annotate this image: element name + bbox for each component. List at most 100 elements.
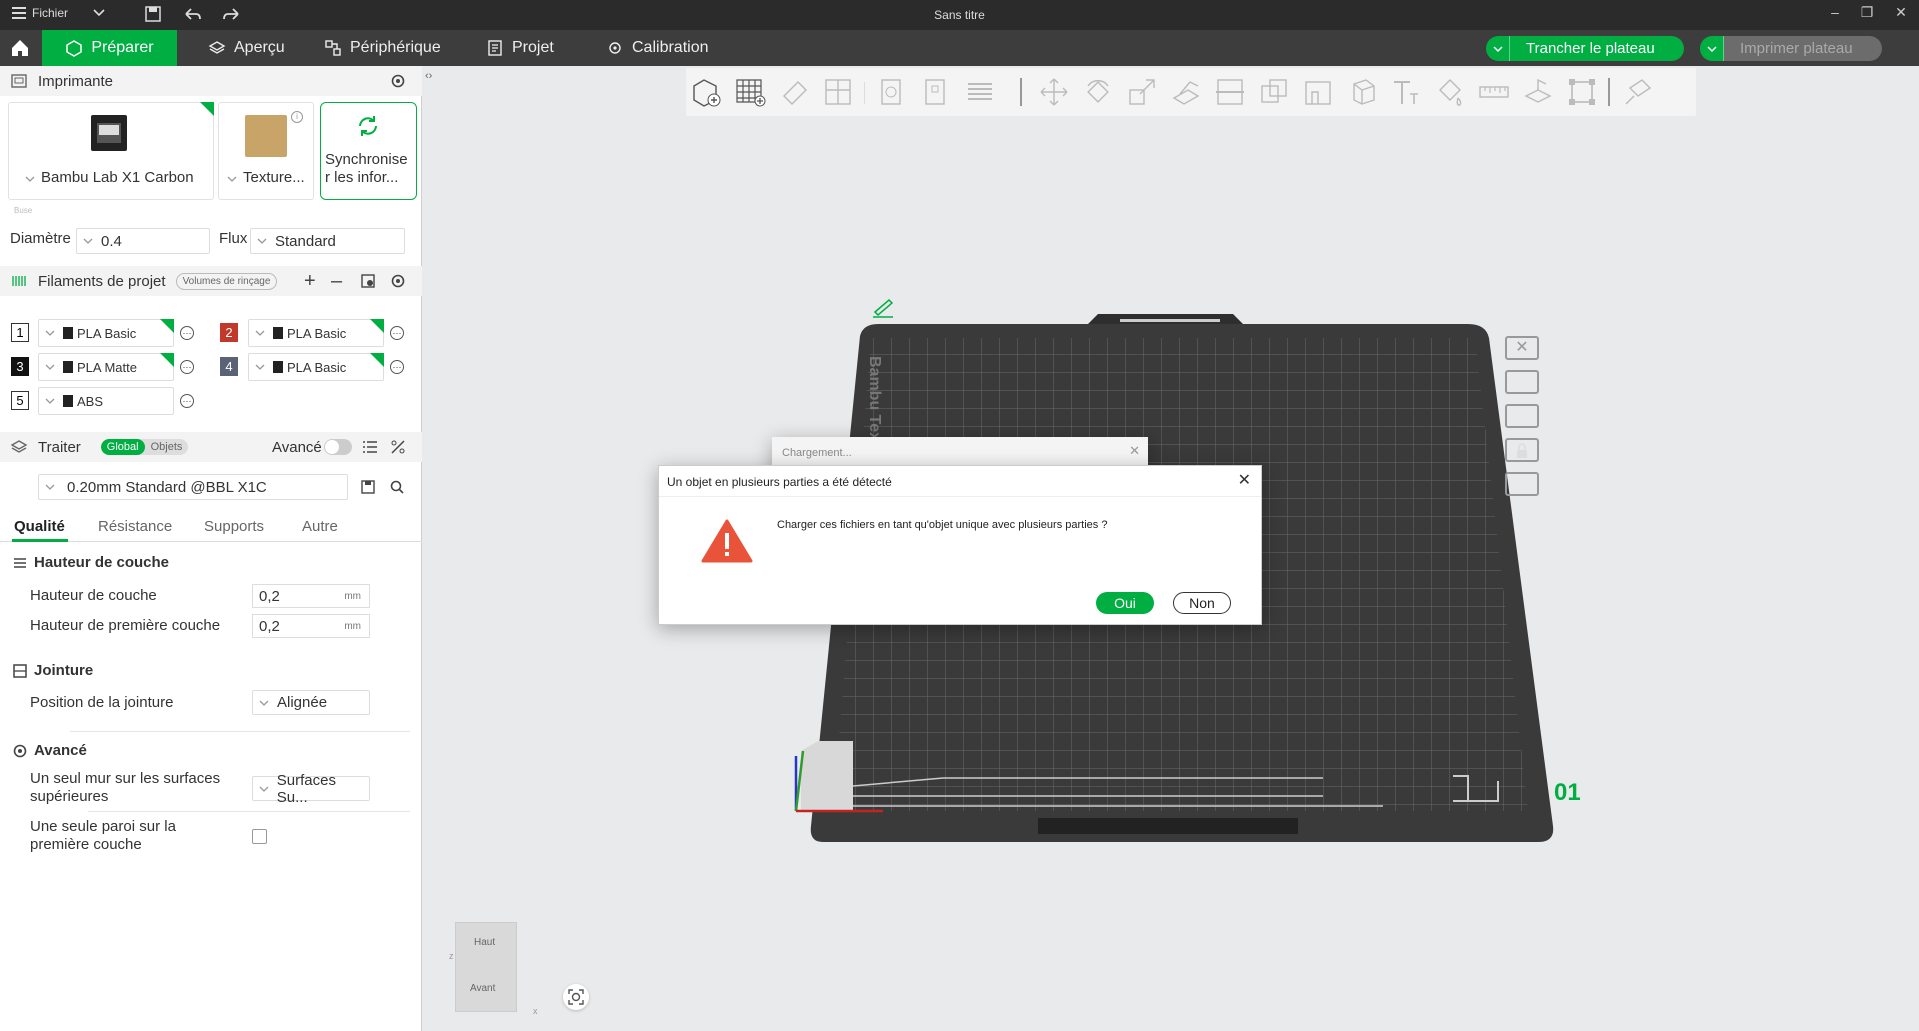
yes-button[interactable]: Oui	[1096, 592, 1154, 614]
print-dropdown-toggle[interactable]	[1700, 36, 1724, 61]
filament-color-swatch[interactable]: 1	[11, 323, 29, 342]
filament-color-swatch[interactable]: 4	[220, 357, 238, 376]
flush-volumes-button[interactable]: Volumes de rinçage	[175, 272, 278, 290]
bounding-box-icon[interactable]	[1566, 76, 1598, 108]
slice-plate-button[interactable]: Trancher le plateau	[1486, 36, 1684, 61]
remove-filament-icon[interactable]: –	[331, 270, 342, 293]
sync-info-button[interactable]: Synchronise r les infor...	[320, 102, 417, 200]
arrange-plate-button[interactable]	[1505, 370, 1539, 394]
slice-dropdown-toggle[interactable]	[1486, 36, 1510, 61]
plate-card[interactable]: i Texture...	[218, 102, 314, 200]
seam-position-select[interactable]: Alignée	[252, 690, 370, 715]
filament-options-icon[interactable]: ···	[390, 326, 404, 340]
compare-icon[interactable]	[390, 439, 406, 455]
tab-calibration[interactable]: Calibration	[592, 30, 722, 66]
lock-plate-button[interactable]	[1505, 438, 1539, 462]
first-layer-height-input[interactable]: 0,2 mm	[252, 614, 370, 638]
orient-plate-button[interactable]	[1505, 404, 1539, 428]
tab-device[interactable]: Périphérique	[310, 30, 455, 66]
process-preset-select[interactable]: 0.20mm Standard @BBL X1C	[38, 474, 348, 500]
arrange-icon[interactable]	[822, 76, 854, 108]
single-wall-top-select[interactable]: Surfaces Su...	[252, 772, 370, 806]
single-wall-first-checkbox[interactable]	[252, 829, 267, 844]
assembly-icon[interactable]	[1522, 76, 1554, 108]
fit-view-button[interactable]	[563, 984, 589, 1010]
toggle-global[interactable]: Global	[100, 439, 145, 455]
orient-icon[interactable]	[778, 76, 810, 108]
home-button[interactable]	[0, 30, 40, 66]
view-cube-front[interactable]: Avant	[470, 983, 495, 994]
delete-plate-button[interactable]: ✕	[1505, 336, 1539, 360]
print-plate-button[interactable]: Imprimer plateau	[1700, 36, 1882, 61]
loading-dialog-title: Chargement...	[782, 447, 852, 459]
diameter-label: Diamètre	[10, 230, 71, 247]
rotate-icon[interactable]	[1082, 76, 1114, 108]
filament-options-icon[interactable]: ···	[180, 394, 194, 408]
filament-select[interactable]: PLA Basic	[248, 353, 384, 381]
minimize-button[interactable]: –	[1820, 4, 1850, 20]
layers-toggle-icon[interactable]	[964, 76, 996, 108]
layer-height-input[interactable]: 0,2 mm	[252, 584, 370, 608]
multipart-object-dialog: Un objet en plusieurs parties a été déte…	[658, 465, 1262, 625]
explode-view-icon[interactable]	[1622, 76, 1654, 108]
measure-icon[interactable]	[1478, 76, 1510, 108]
add-plate-icon[interactable]	[734, 76, 766, 108]
tab-preview[interactable]: Aperçu	[194, 30, 299, 66]
filament-color-swatch[interactable]: 2	[220, 323, 238, 342]
list-icon[interactable]	[362, 440, 378, 454]
save-preset-icon[interactable]	[360, 479, 376, 495]
loading-close-button[interactable]: ✕	[1129, 443, 1140, 459]
filament-select[interactable]: ABS	[38, 387, 174, 415]
filament-select[interactable]: PLA Basic	[38, 319, 174, 347]
dialog-title: Un objet en plusieurs parties a été déte…	[667, 475, 892, 489]
add-filament-icon[interactable]: +	[304, 270, 316, 293]
tab-supports[interactable]: Supports	[204, 518, 264, 535]
settings-gear-icon[interactable]	[390, 273, 406, 289]
add-object-icon[interactable]	[690, 76, 722, 108]
filament-color-swatch[interactable]: 3	[11, 357, 29, 376]
tab-strength[interactable]: Résistance	[98, 518, 172, 535]
toolbar-separator	[1020, 78, 1022, 106]
split-parts-icon[interactable]	[920, 76, 952, 108]
seam-paint-icon[interactable]	[1346, 76, 1378, 108]
support-paint-icon[interactable]	[1302, 76, 1334, 108]
close-window-button[interactable]: ✕	[1886, 4, 1916, 21]
printer-name: Bambu Lab X1 Carbon	[41, 169, 194, 186]
filament-select[interactable]: PLA Basic	[248, 319, 384, 347]
lay-on-face-icon[interactable]	[1170, 76, 1202, 108]
tab-project[interactable]: Projet	[472, 30, 568, 66]
printer-card[interactable]: Bambu Lab X1 Carbon	[8, 102, 214, 200]
search-icon[interactable]	[389, 479, 405, 495]
no-button[interactable]: Non	[1173, 592, 1231, 614]
filament-options-icon[interactable]: ···	[180, 360, 194, 374]
dialog-close-button[interactable]: ✕	[1238, 470, 1251, 490]
filament-options-icon[interactable]: ···	[180, 326, 194, 340]
scale-icon[interactable]	[1126, 76, 1158, 108]
filament-sync-icon[interactable]	[360, 273, 376, 289]
advanced-switch[interactable]	[324, 439, 352, 455]
filament-color-swatch[interactable]: 5	[11, 391, 29, 410]
move-icon[interactable]	[1038, 76, 1070, 108]
tab-quality[interactable]: Qualité	[14, 518, 65, 535]
chevron-down-icon	[257, 238, 267, 244]
boolean-icon[interactable]	[1258, 76, 1290, 108]
filament-select[interactable]: PLA Matte	[38, 353, 174, 381]
plate-settings-button[interactable]	[1505, 472, 1539, 496]
tab-prepare[interactable]: Préparer	[42, 30, 177, 66]
tab-other[interactable]: Autre	[302, 518, 338, 535]
diameter-select[interactable]: 0.4	[76, 228, 210, 254]
restore-button[interactable]: ❐	[1852, 4, 1882, 21]
flow-select[interactable]: Standard	[250, 228, 405, 254]
split-objects-icon[interactable]	[876, 76, 908, 108]
cut-icon[interactable]	[1214, 76, 1246, 108]
toggle-objects[interactable]: Objets	[145, 439, 189, 455]
filament-options-icon[interactable]: ···	[390, 360, 404, 374]
view-cube-top[interactable]: Haut	[474, 937, 495, 948]
settings-gear-icon[interactable]	[390, 73, 406, 89]
text-icon[interactable]	[1390, 76, 1422, 108]
first-layer-height-label: Hauteur de première couche	[30, 617, 221, 634]
color-paint-icon[interactable]	[1434, 76, 1466, 108]
view-cube[interactable]: Haut Avant	[455, 922, 517, 1012]
global-objects-toggle[interactable]: Global Objets	[100, 439, 189, 455]
toolbar-separator	[864, 82, 865, 104]
